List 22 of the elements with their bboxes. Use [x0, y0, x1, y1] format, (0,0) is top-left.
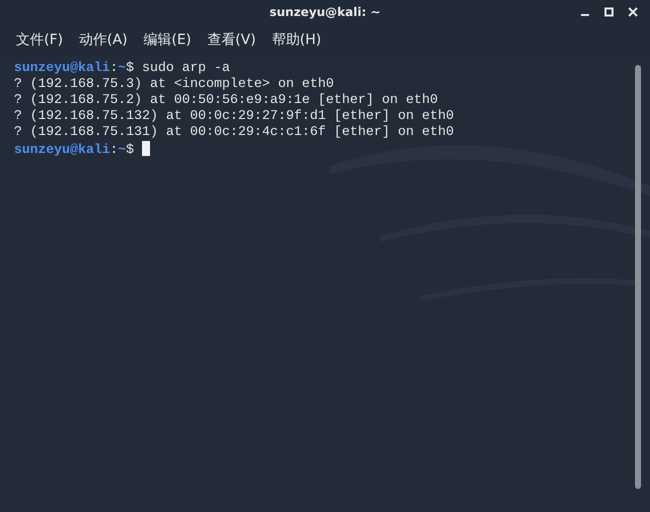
- menu-item[interactable]: 查看(V): [201, 27, 262, 53]
- prompt-user: sunzeyu@kali: [14, 143, 110, 158]
- prompt-sign: $: [126, 61, 134, 76]
- scrollbar[interactable]: [635, 65, 641, 489]
- prompt-sign: $: [126, 143, 134, 158]
- menu-item[interactable]: 文件(F): [10, 27, 69, 53]
- menu-item[interactable]: 帮助(H): [266, 27, 328, 53]
- command-text: sudo arp -a: [140, 61, 230, 76]
- close-icon[interactable]: [628, 7, 638, 17]
- output-text: ? (192.168.75.2) at 00:50:56:e9:a9:1e [ether] on eth0: [14, 93, 438, 108]
- prompt-path: ~: [118, 61, 126, 76]
- maximize-icon[interactable]: [604, 7, 614, 17]
- prompt-separator: :: [110, 143, 118, 158]
- prompt-path: ~: [118, 143, 126, 158]
- menu-item[interactable]: 动作(A): [72, 27, 134, 53]
- output-text: ? (192.168.75.132) at 00:0c:29:27:9f:d1 [ether] on eth0: [14, 109, 454, 124]
- menu-item[interactable]: 编辑(E): [138, 27, 198, 53]
- output-text: ? (192.168.75.131) at 00:0c:29:4c:c1:6f [ether] on eth0: [14, 125, 454, 140]
- output-text: ? (192.168.75.3) at <incomplete> on eth0: [14, 77, 334, 92]
- prompt-separator: :: [110, 61, 118, 76]
- prompt-user: sunzeyu@kali: [14, 61, 110, 76]
- window-title: sunzeyu@kali: ~: [269, 5, 381, 19]
